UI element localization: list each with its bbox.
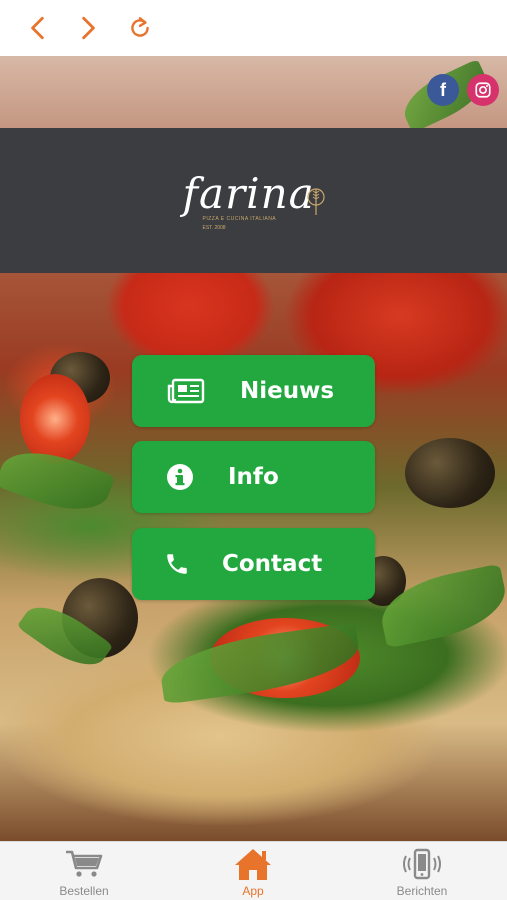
reload-icon bbox=[131, 17, 149, 37]
farina-logo: farina PIZZA E CUCINA ITALIANA EST. 2008 bbox=[179, 161, 329, 241]
contact-button[interactable]: Contact bbox=[132, 528, 375, 600]
facebook-icon: f bbox=[440, 79, 446, 100]
contact-label: Contact bbox=[222, 551, 323, 577]
tab-bestellen[interactable]: Bestellen bbox=[24, 846, 144, 900]
tab-app-label: App bbox=[242, 884, 264, 898]
shopping-cart-icon bbox=[66, 850, 103, 877]
chevron-right-icon bbox=[82, 16, 95, 40]
chevron-left-icon bbox=[31, 16, 44, 40]
phone-icon bbox=[167, 554, 187, 574]
logo-wordmark: farina bbox=[182, 168, 315, 218]
info-button[interactable]: Info bbox=[132, 441, 375, 513]
info-icon bbox=[167, 464, 193, 490]
bottom-tab-bar: Bestellen App Berichten bbox=[0, 841, 507, 900]
reload-button[interactable] bbox=[122, 10, 158, 46]
tab-app[interactable]: App bbox=[193, 846, 313, 900]
nieuws-button[interactable]: Nieuws bbox=[132, 355, 375, 427]
facebook-button[interactable]: f bbox=[427, 74, 459, 106]
wheat-icon bbox=[306, 187, 325, 215]
home-icon bbox=[235, 849, 271, 880]
vibrating-phone-icon bbox=[403, 848, 441, 880]
browser-toolbar bbox=[0, 0, 507, 56]
newspaper-icon bbox=[167, 378, 205, 404]
instagram-icon bbox=[475, 82, 491, 98]
tab-berichten-label: Berichten bbox=[396, 884, 448, 898]
back-button[interactable] bbox=[20, 10, 56, 46]
logo-subtitle: PIZZA E CUCINA ITALIANA bbox=[202, 215, 277, 222]
logo-banner: farina PIZZA E CUCINA ITALIANA EST. 2008 bbox=[0, 128, 507, 273]
instagram-button[interactable] bbox=[467, 74, 499, 106]
tomato-decoration bbox=[20, 374, 90, 464]
logo-established: EST. 2008 bbox=[202, 224, 226, 231]
olive-decoration bbox=[405, 438, 495, 508]
tab-bestellen-label: Bestellen bbox=[59, 884, 109, 898]
nieuws-label: Nieuws bbox=[240, 378, 335, 404]
tab-berichten[interactable]: Berichten bbox=[362, 846, 482, 900]
forward-button[interactable] bbox=[70, 10, 106, 46]
info-label: Info bbox=[228, 464, 279, 490]
